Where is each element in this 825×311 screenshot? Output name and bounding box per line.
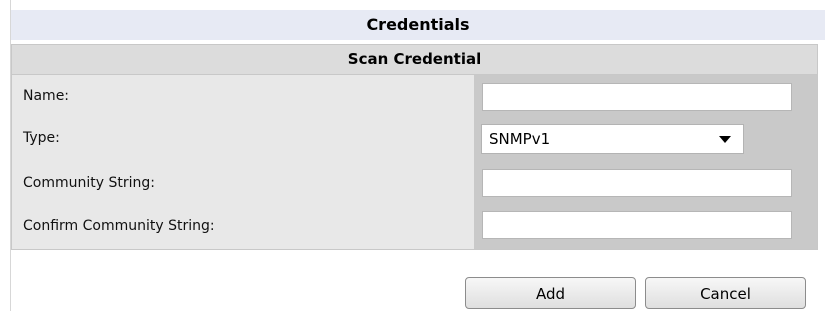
scan-credential-title: Scan Credential — [347, 50, 482, 68]
type-select[interactable]: SNMPv1 — [481, 124, 744, 154]
community-string-label: Community String: — [23, 175, 155, 191]
cancel-button[interactable]: Cancel — [645, 277, 806, 309]
name-field[interactable] — [482, 83, 792, 111]
name-label: Name: — [23, 88, 70, 104]
confirm-community-string-field[interactable] — [482, 211, 792, 239]
type-row: Type: SNMPv1 — [12, 117, 817, 159]
confirm-community-string-row: Confirm Community String: — [12, 205, 817, 247]
confirm-community-string-label: Confirm Community String: — [23, 218, 215, 234]
page: Credentials Scan Credential Name: Type: … — [0, 0, 825, 311]
type-label: Type: — [23, 130, 60, 146]
name-row: Name: — [12, 75, 817, 117]
scan-credential-panel: Scan Credential Name: Type: SNMPv1 Commu… — [11, 44, 818, 250]
community-string-row: Community String: — [12, 162, 817, 204]
chevron-down-icon — [719, 136, 731, 143]
add-button[interactable]: Add — [465, 277, 636, 309]
community-string-field[interactable] — [482, 169, 792, 197]
credentials-title: Credentials — [366, 15, 470, 34]
credentials-header: Credentials — [11, 10, 825, 40]
scan-credential-header: Scan Credential — [12, 45, 817, 75]
type-select-value: SNMPv1 — [489, 130, 551, 148]
